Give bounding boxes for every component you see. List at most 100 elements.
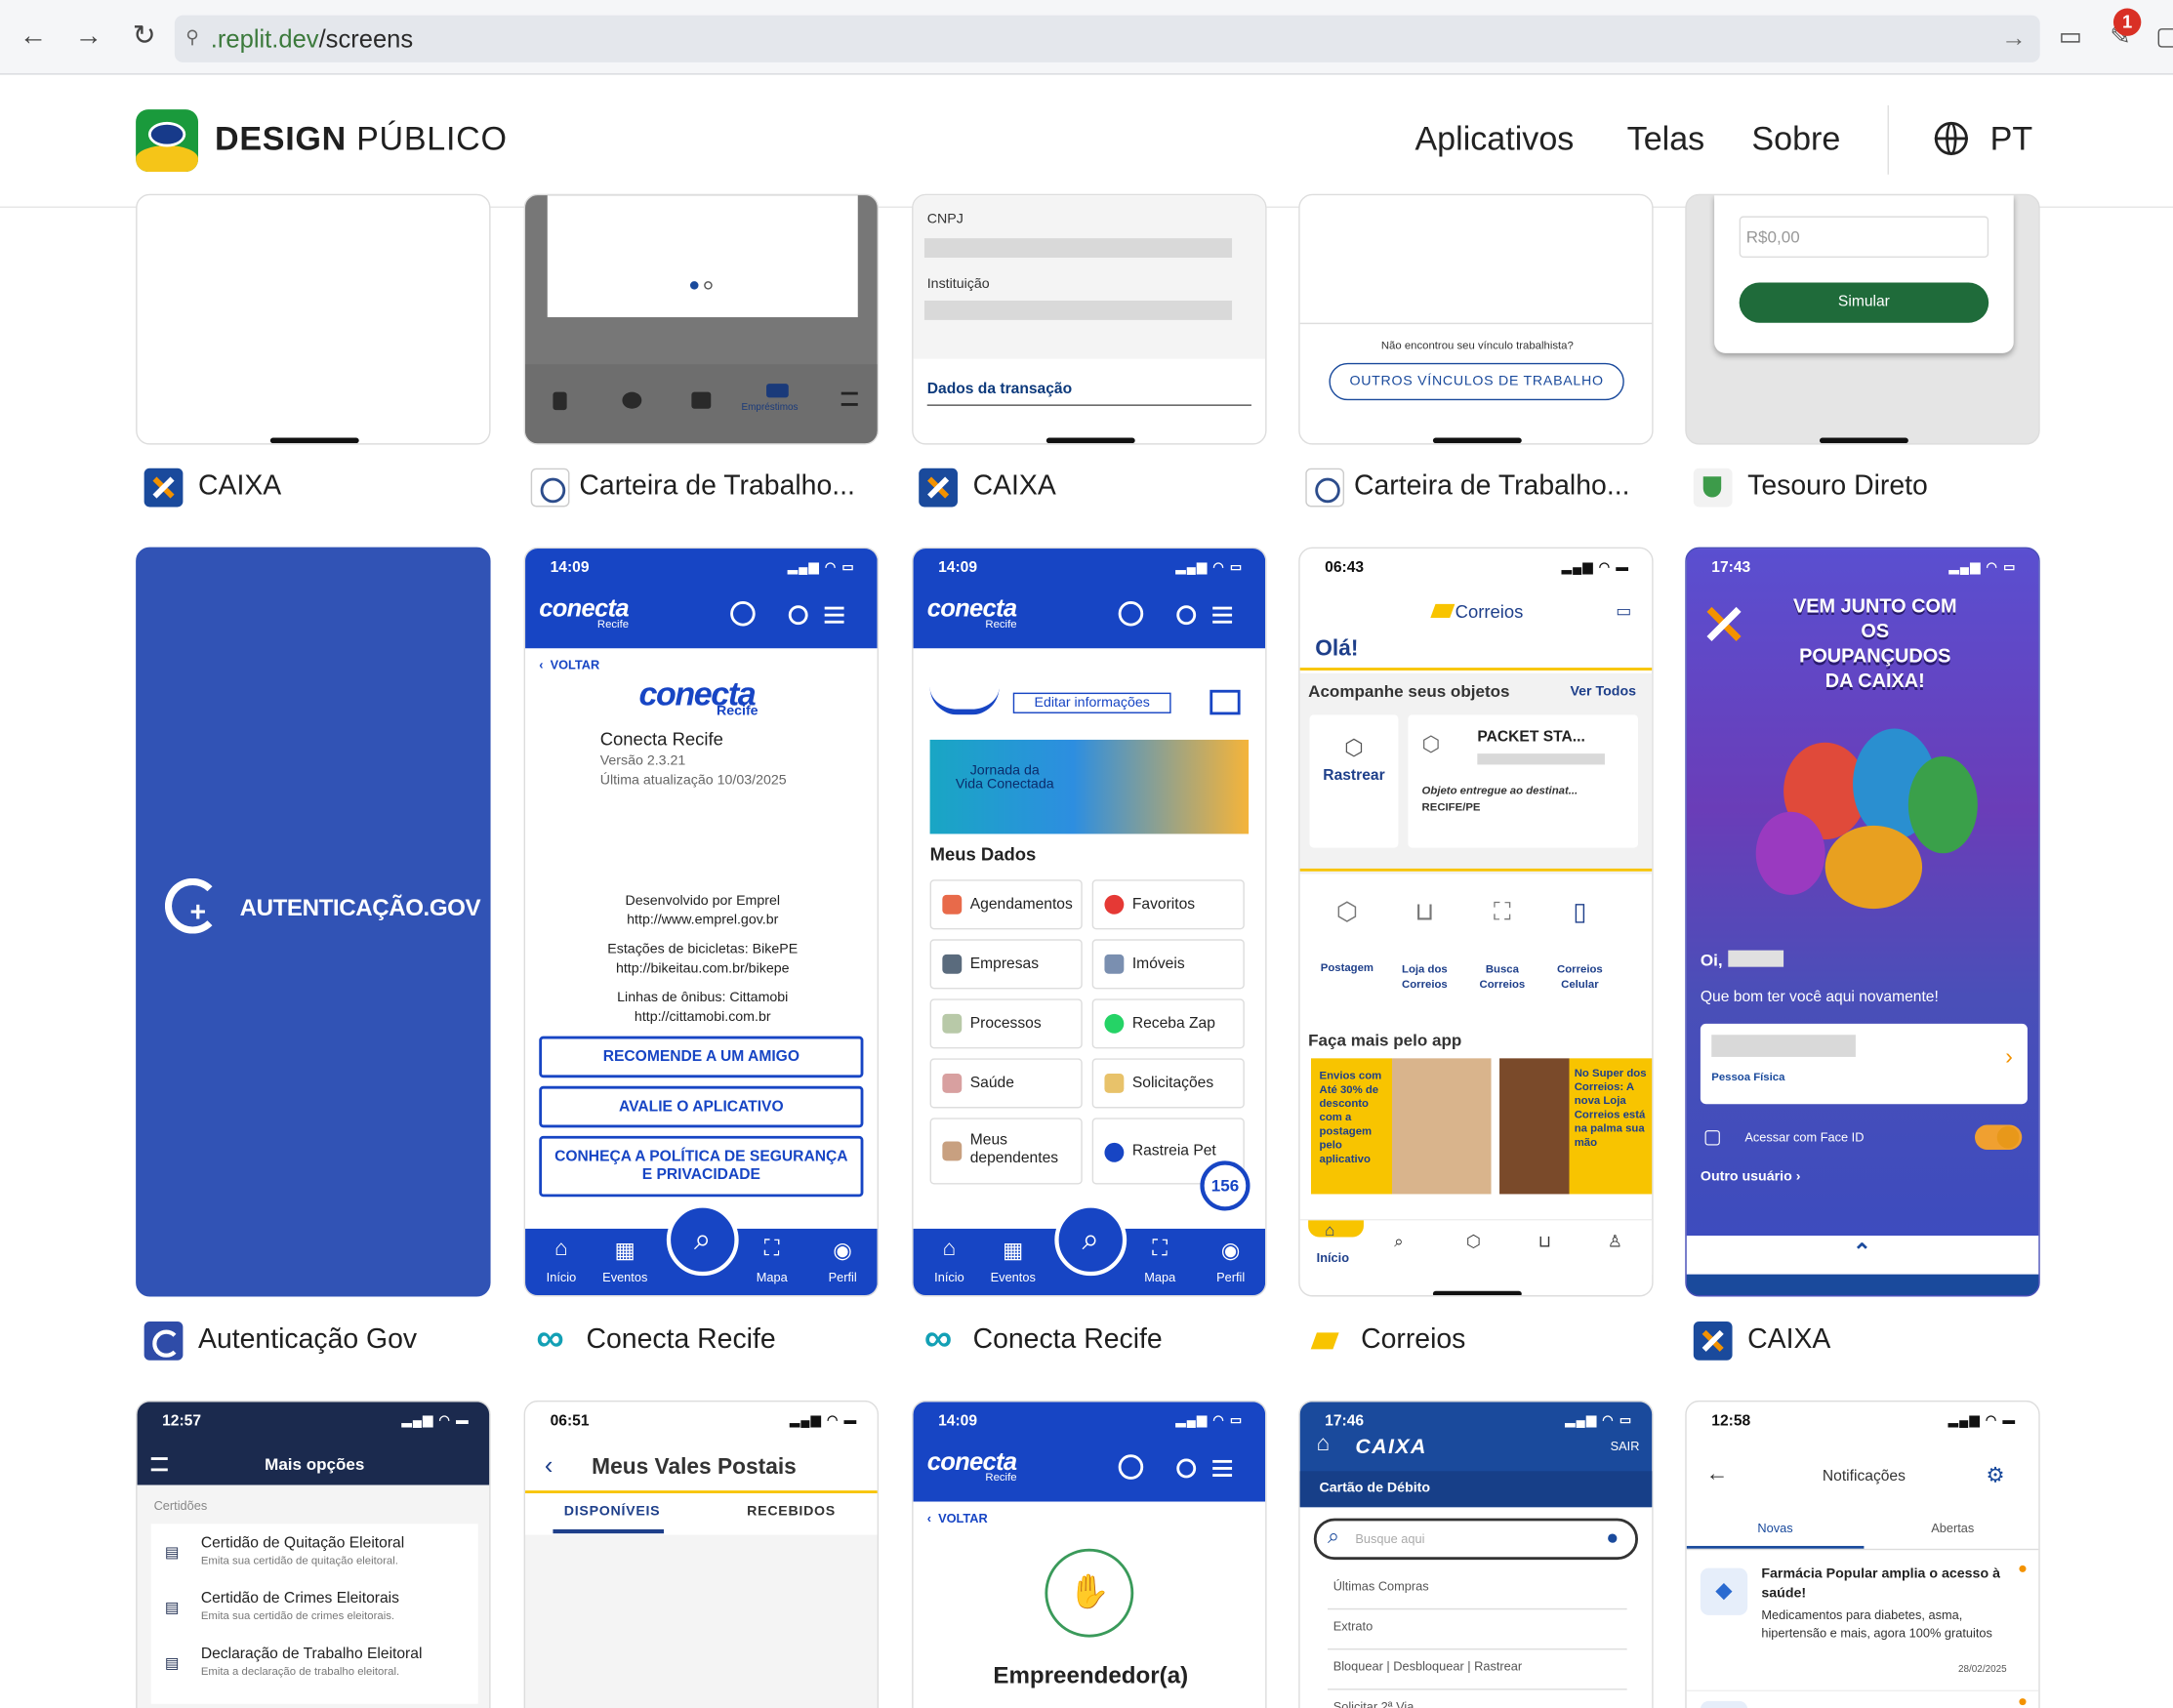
gear-icon[interactable]: ⚙	[1986, 1463, 2004, 1487]
app-name[interactable]: Conecta Recife	[587, 1324, 776, 1357]
screen-card[interactable]: 14:09 ▂▄▆ ◠ ▭ conecta Recife ‹ VOLTAR ✋ E…	[912, 1400, 1267, 1708]
briefcase-icon[interactable]	[691, 391, 712, 409]
search-box-icon[interactable]: ⌕	[1394, 1232, 1404, 1252]
chevron-right-icon[interactable]: ›	[2005, 1046, 2013, 1072]
app-name[interactable]: CAIXA	[198, 471, 281, 504]
menu-icon[interactable]	[1212, 1459, 1233, 1477]
screen-card[interactable]: 06:51 ▂▄▆ ◠ ▬ ‹ Meus Vales Postais DISPON…	[523, 1400, 880, 1708]
field-instituicao[interactable]	[923, 300, 1233, 320]
screen-card[interactable]: 14:09 ▂▄▆ ◠ ▭ conecta Recife Editar infor…	[912, 547, 1267, 1297]
screen-card[interactable]: + AUTENTICAÇÃO.GOV	[136, 547, 491, 1297]
go-icon[interactable]: →	[2001, 23, 2027, 53]
app-name[interactable]: CAIXA	[1747, 1324, 1830, 1357]
exit-link[interactable]: SAIR	[1611, 1440, 1640, 1453]
accessibility-icon[interactable]	[1176, 605, 1197, 626]
field-cnpj[interactable]	[923, 238, 1233, 258]
service-label[interactable]: Postagem	[1308, 961, 1385, 974]
money-icon[interactable]	[766, 384, 789, 398]
service-label[interactable]: Busca Correios	[1469, 961, 1536, 992]
tab-recebidos[interactable]: RECEBIDOS	[747, 1504, 836, 1520]
map-icon[interactable]: ⛶	[744, 1237, 800, 1262]
chat-icon[interactable]	[1118, 1454, 1144, 1480]
screen-card[interactable]: CNPJ Instituição Dados da transação	[912, 193, 1267, 445]
tab-inicio[interactable]: Início	[922, 1271, 977, 1284]
bottom-sheet-handle[interactable]: ⌃	[1686, 1236, 2039, 1275]
bag-icon[interactable]: ⊔	[1538, 1232, 1551, 1251]
service-label[interactable]: Loja dos Correios	[1391, 961, 1457, 992]
credit-link[interactable]: http://bikeitau.com.br/bikepe	[525, 960, 878, 980]
hand-icon[interactable]	[622, 391, 642, 409]
grid-item[interactable]: Agendamentos	[929, 879, 1083, 930]
tab-perfil[interactable]: Perfil	[815, 1271, 871, 1284]
menu-icon[interactable]	[840, 391, 858, 406]
simulate-button[interactable]: Simular	[1739, 282, 1989, 323]
list-item-title[interactable]: Certidão de Crimes Eleitorais	[201, 1590, 399, 1606]
document-icon[interactable]	[553, 391, 567, 411]
see-all-link[interactable]: Ver Todos	[1570, 684, 1636, 700]
screen-card[interactable]: 12:57 ▂▄▆ ◠ ▬ Mais opções Certidões ▤ Cer…	[136, 1400, 491, 1708]
promo-card[interactable]: No Super dos Correios: A nova Loja Corre…	[1499, 1058, 1653, 1195]
box-icon[interactable]: ⬡	[1466, 1232, 1481, 1251]
forward-icon[interactable]: →	[72, 20, 105, 53]
cast-icon[interactable]: ▭	[2054, 20, 2087, 53]
tab-inicio[interactable]: Início	[534, 1271, 590, 1284]
menu-icon[interactable]	[1212, 606, 1233, 624]
calendar-icon[interactable]: ▦	[985, 1237, 1041, 1264]
other-jobs-button[interactable]: OUTROS VÍNCULOS DE TRABALHO	[1329, 362, 1624, 401]
chat-icon[interactable]	[1118, 600, 1144, 627]
accessibility-icon[interactable]	[1176, 1458, 1197, 1479]
tab-inicio[interactable]: Início	[1317, 1251, 1349, 1265]
service-label[interactable]: Correios Celular	[1543, 961, 1616, 992]
amount-input[interactable]: R$0,00	[1739, 216, 1989, 258]
logo-icon[interactable]	[136, 109, 199, 172]
menu-item[interactable]: Solicitar 2ª Via	[1333, 1699, 1414, 1708]
grid-item[interactable]: Imóveis	[1091, 939, 1245, 990]
app-name[interactable]: Carteira de Trabalho...	[579, 471, 855, 504]
menu-item[interactable]: Últimas Compras	[1333, 1579, 1429, 1593]
tab-novas[interactable]: Novas	[1687, 1521, 1865, 1534]
credit-link[interactable]: http://cittamobi.com.br	[525, 1008, 878, 1028]
profile-icon[interactable]: ◉	[1203, 1237, 1258, 1264]
app-name[interactable]: Correios	[1361, 1324, 1465, 1357]
faceid-toggle[interactable]	[1974, 1124, 2023, 1151]
address-bar[interactable]: ⚲ .replit.dev/screens →	[174, 15, 2040, 62]
menu-icon[interactable]: ▢	[2151, 20, 2173, 53]
tab-perfil[interactable]: Perfil	[1203, 1271, 1258, 1284]
phone-icon[interactable]: ▯	[1546, 898, 1613, 927]
tab-mapa[interactable]: Mapa	[1132, 1271, 1188, 1284]
tab-emprestimos[interactable]: Empréstimos	[742, 403, 799, 413]
home-icon[interactable]: ⌂	[1317, 1433, 1331, 1458]
nav-aplicativos[interactable]: Aplicativos	[1414, 120, 1574, 159]
back-link[interactable]: ‹ VOLTAR	[539, 658, 599, 671]
grid-item[interactable]: Solicitações	[1091, 1058, 1245, 1109]
reload-icon[interactable]: ↻	[128, 20, 161, 53]
home-icon[interactable]: ⌂	[922, 1237, 977, 1262]
back-link[interactable]: ‹ VOLTAR	[927, 1511, 988, 1525]
packet-card[interactable]: ⬡ PACKET STA... Objeto entregue ao desti…	[1408, 714, 1639, 848]
map-icon[interactable]: ⛶	[1132, 1237, 1188, 1262]
nav-sobre[interactable]: Sobre	[1751, 120, 1840, 159]
screen-card[interactable]: R$0,00 Simular	[1685, 193, 2040, 445]
qr-code-icon[interactable]	[1210, 689, 1241, 715]
tab-eventos[interactable]: Eventos	[985, 1271, 1041, 1284]
profile-icon[interactable]: ◉	[815, 1237, 871, 1264]
privacy-policy-button[interactable]: CONHEÇA A POLÍTICA DE SEGURANÇA E PRIVAC…	[539, 1135, 864, 1198]
screen-card[interactable]: 14:09 ▂▄▆ ◠ ▭ conecta Recife ‹ VOLTAR con…	[523, 547, 880, 1297]
bag-icon[interactable]: ⊔	[1391, 898, 1457, 927]
globe-icon[interactable]	[1934, 121, 1968, 155]
nav-telas[interactable]: Telas	[1627, 120, 1705, 159]
screen-card[interactable]: Não encontrou seu vínculo trabalhista? O…	[1298, 193, 1654, 445]
account-card[interactable]: Pessoa Física ›	[1700, 1023, 2028, 1105]
home-icon[interactable]: ⌂	[1325, 1220, 1334, 1240]
search-icon[interactable]: ⌕	[666, 1203, 739, 1277]
tab-disponiveis[interactable]: DISPONÍVEIS	[564, 1504, 661, 1520]
search-icon[interactable]: ⌕	[1054, 1203, 1128, 1277]
central-156-badge[interactable]: 156	[1200, 1160, 1250, 1211]
app-name[interactable]: Conecta Recife	[973, 1324, 1163, 1357]
menu-item[interactable]: Bloquear | Desbloquear | Rastrear	[1333, 1659, 1522, 1673]
chat-icon[interactable]: ▭	[1616, 601, 1631, 621]
screen-card[interactable]: 12:58 ▂▄▆ ◠ ▬ ← Notificações ⚙ Novas Aber…	[1685, 1400, 2040, 1708]
home-icon[interactable]: ⌂	[534, 1237, 590, 1262]
chevron-up-icon[interactable]: ⌃	[1853, 1239, 1871, 1266]
other-user-link[interactable]: Outro usuário ›	[1701, 1169, 1801, 1185]
